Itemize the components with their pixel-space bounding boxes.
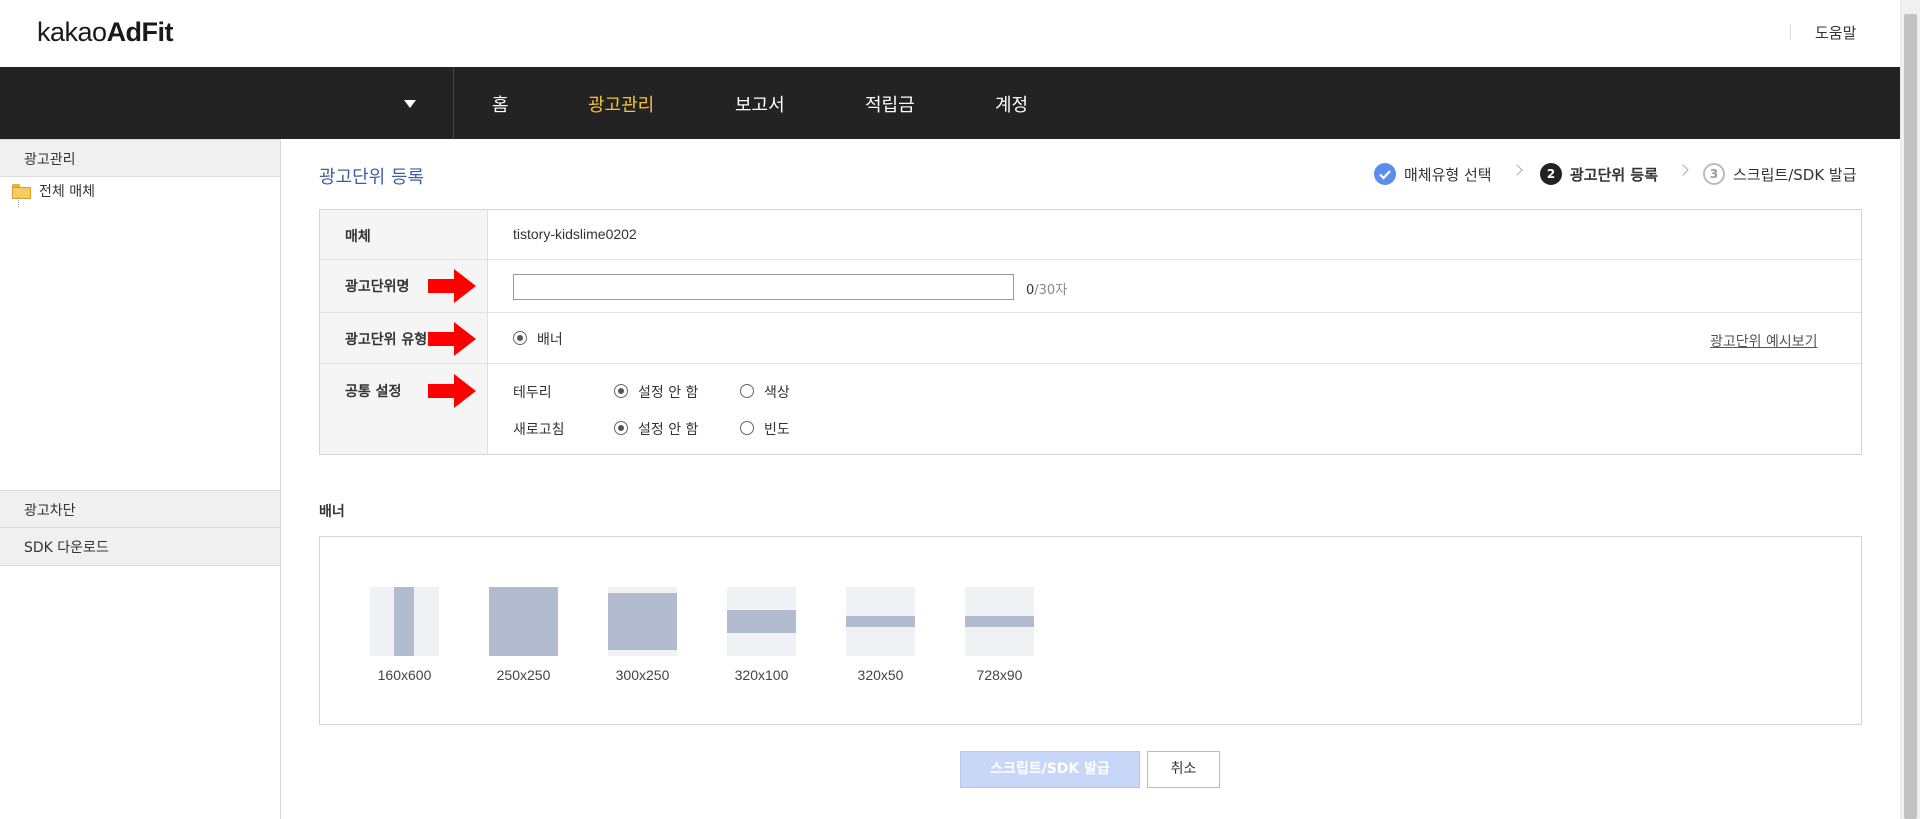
media-value: tistory-kidslime0202 [513,226,637,242]
banner-size-label: 160x600 [377,667,432,683]
step-3-label: 스크립트/SDK 발급 [1733,166,1857,184]
check-icon [1374,163,1396,185]
refresh-none-radio[interactable] [614,421,628,435]
folder-open-icon [12,184,31,199]
help-link[interactable]: 도움말 [1815,22,1856,43]
banner-thumb-728x90[interactable] [965,587,1034,656]
refresh-frequency-radio[interactable] [740,421,754,435]
banner-option-label[interactable]: 배너 [537,329,563,349]
banner-shape [489,587,558,656]
tree-item-label: 전체 매체 [39,184,95,200]
red-arrow-icon [428,374,476,408]
scrollbar-thumb[interactable] [1904,14,1917,819]
chevron-right-icon [1511,164,1523,176]
border-color-label[interactable]: 색상 [764,382,790,402]
banner-thumb-300x250[interactable] [608,587,677,656]
border-color-radio[interactable] [740,384,754,398]
kakao-adfit-logo[interactable]: kakaoAdFit [37,17,174,48]
banner-shape [608,593,677,650]
banner-size-label: 320x100 [734,667,789,683]
banner-thumb-320x50[interactable] [846,587,915,656]
media-dropdown-icon[interactable] [404,100,416,108]
step-2-label: 광고단위 등록 [1570,166,1659,184]
refresh-frequency-label[interactable]: 빈도 [764,419,790,439]
ad-unit-preview-link[interactable]: 광고단위 예시보기 [1710,331,1818,351]
ad-unit-type-label: 광고단위 유형 [345,332,428,348]
tree-line [18,197,19,207]
ad-unit-name-label: 광고단위명 [345,279,410,295]
red-arrow-icon [428,322,476,356]
nav-item-report[interactable]: 보고서 [735,91,785,117]
border-label: 테두리 [513,385,552,401]
media-label: 매체 [345,229,371,245]
row-divider [320,363,1861,364]
banner-thumb-320x100[interactable] [727,587,796,656]
char-counter: 0/30자 [1026,279,1067,298]
row-divider [320,312,1861,313]
ad-unit-form: 매체 tistory-kidslime0202 광고단위명 0/30자 광고단위… [319,209,1862,455]
sidebar-item-sdk-download[interactable]: SDK 다운로드 [0,528,280,566]
page-title: 광고단위 등록 [319,167,425,188]
sidebar-item-ad-management[interactable]: 광고관리 [0,139,280,177]
issue-script-sdk-button[interactable]: 스크립트/SDK 발급 [960,751,1140,788]
top-header: kakaoAdFit 도움말 [0,0,1900,67]
global-nav: 홈 광고관리 보고서 적립금 계정 [0,67,1900,139]
char-max: /30자 [1034,283,1068,298]
banner-shape [846,616,915,627]
nav-item-home[interactable]: 홈 [492,91,509,117]
banner-thumb-250x250[interactable] [489,587,558,656]
banner-shape [394,587,414,656]
banner-size-label: 728x90 [976,667,1023,683]
banner-thumb-160x600[interactable] [370,587,439,656]
banner-section-title: 배너 [319,504,345,520]
tree-item-all-media[interactable]: 전체 매체 [12,181,95,201]
common-settings-label: 공통 설정 [345,384,402,400]
banner-size-label: 250x250 [496,667,551,683]
refresh-none-label[interactable]: 설정 안 함 [638,419,698,439]
chevron-right-icon [1677,164,1689,176]
divider [1790,24,1791,40]
row-divider [320,259,1861,260]
border-none-radio[interactable] [614,384,628,398]
logo-bold: AdFit [106,17,174,47]
banner-shape [965,616,1034,627]
nav-divider [453,67,454,139]
sidebar-item-ad-block[interactable]: 광고차단 [0,490,280,528]
logo-prefix: kakao [37,17,107,47]
banner-size-label: 300x250 [615,667,670,683]
nav-item-account[interactable]: 계정 [995,91,1028,117]
sidebar: 광고관리 전체 매체 광고차단 SDK 다운로드 [0,139,281,819]
red-arrow-icon [428,269,476,303]
ad-unit-name-input[interactable] [513,274,1014,300]
vertical-scrollbar[interactable] [1900,0,1920,819]
banner-size-list: 160x600 250x250 300x250 320x100 320x50 7… [319,536,1862,725]
banner-radio[interactable] [513,331,527,345]
banner-shape [727,610,796,633]
refresh-label: 새로고침 [513,422,565,438]
step-2-number: 2 [1540,163,1562,185]
border-none-label[interactable]: 설정 안 함 [638,382,698,402]
cancel-button[interactable]: 취소 [1147,751,1220,788]
nav-item-reserve[interactable]: 적립금 [865,91,915,117]
step-1-label: 매체유형 선택 [1404,166,1492,184]
step-3-number: 3 [1703,163,1725,185]
banner-size-label: 320x50 [857,667,904,683]
nav-item-ad-management[interactable]: 광고관리 [588,91,654,117]
